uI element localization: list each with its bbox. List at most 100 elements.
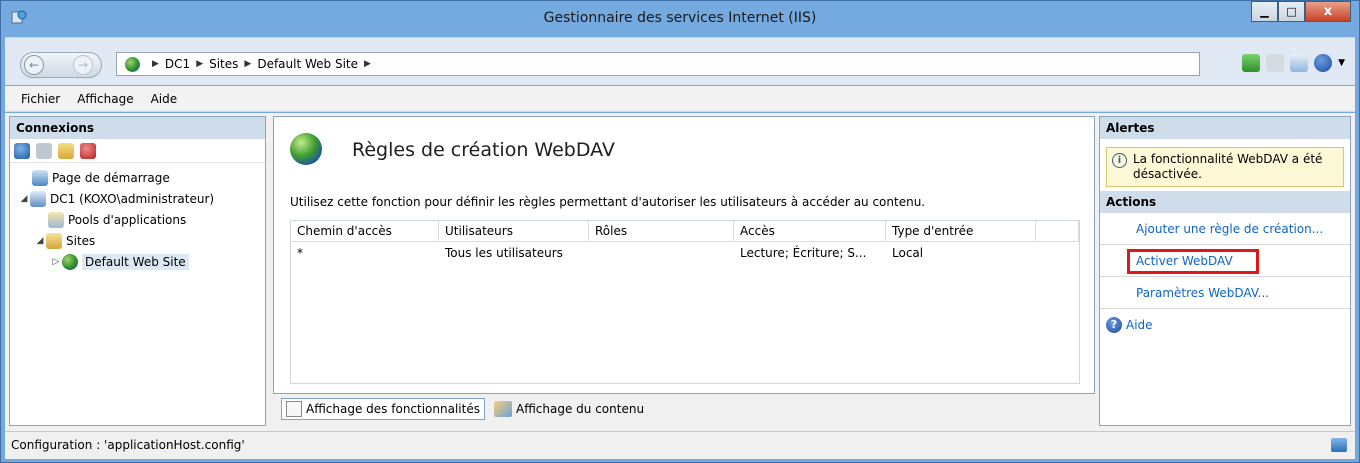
home-icon[interactable] [1290,54,1309,72]
view-tabs: Affichage des fonctionnalités Affichage … [281,398,649,420]
breadcrumb[interactable]: ▶ DC1 ▶ Sites ▶ Default Web Site ▶ [116,52,1200,76]
feature-panel: Règles de création WebDAV Utilisez cette… [273,116,1095,394]
expanded-arrow-icon[interactable]: ◢ [34,236,46,246]
help-icon: ? [1106,317,1122,333]
connect-icon[interactable] [14,142,30,159]
folder-up-icon[interactable] [58,142,74,159]
help-link[interactable]: ? Aide [1100,309,1350,341]
window-title: Gestionnaire des services Internet (IIS) [543,10,817,26]
menu-aide[interactable]: Aide [151,92,178,106]
webdav-globe-icon [290,133,322,165]
column-header-empty [1036,221,1079,242]
content-view-icon [493,401,512,417]
tree-item-label: Default Web Site [82,253,189,270]
app-pool-icon [48,211,64,228]
tree-item-label: Pools d'applications [68,212,187,227]
rules-table: Chemin d'accès Utilisateurs Rôles Accès … [290,220,1080,384]
main-area: Connexions Page de démarrage ◢ DC1 (KOXO… [5,113,1355,431]
cell-roles [589,242,734,264]
navigation-buttons: ← → [20,52,102,78]
tree-item-default-web-site[interactable]: ▷ Default Web Site [10,251,265,272]
column-header-path[interactable]: Chemin d'accès [291,221,439,242]
tab-content-view[interactable]: Affichage du contenu [489,398,649,420]
action-label: Paramètres WebDAV... [1136,286,1269,300]
server-icon [30,190,46,207]
webdav-settings-link[interactable]: Paramètres WebDAV... [1100,277,1350,309]
table-row[interactable]: * Tous les utilisateurs Lecture; Écritur… [291,242,1079,264]
cell-users: Tous les utilisateurs [445,246,563,260]
sites-folder-icon [46,232,62,249]
save-icon[interactable] [36,142,52,159]
help-icon[interactable] [1314,54,1333,72]
refresh-icon[interactable] [1242,54,1261,72]
status-bar: Configuration : 'applicationHost.config' [5,431,1355,459]
server-status-icon [1331,438,1347,452]
menu-bar: Fichier Affichage Aide [5,86,1355,112]
chevron-down-icon[interactable]: ▼ [1338,58,1345,68]
toolbar-icons: ▼ [1242,54,1345,72]
iis-manager-window: Gestionnaire des services Internet (IIS)… [0,0,1360,463]
alert-text: La fonctionnalité WebDAV a été désactivé… [1133,152,1323,181]
tab-label: Affichage du contenu [515,402,645,416]
features-view-icon [286,401,302,417]
feature-description: Utilisez cette fonction pour définir les… [290,195,926,209]
cell-path: * [297,246,303,260]
chevron-right-icon: ▶ [152,59,159,69]
disconnect-icon[interactable] [80,142,96,159]
menu-fichier[interactable]: Fichier [21,92,60,106]
tree-item-app-pools[interactable]: Pools d'applications [10,209,265,230]
actions-panel: Alertes i La fonctionnalité WebDAV a été… [1099,116,1351,426]
action-label: Ajouter une règle de création... [1136,222,1324,236]
breadcrumb-item-sites[interactable]: Sites [209,57,238,71]
tab-features-view[interactable]: Affichage des fonctionnalités [281,398,485,420]
forward-button[interactable]: → [73,55,93,75]
table-header: Chemin d'accès Utilisateurs Rôles Accès … [291,221,1079,242]
expanded-arrow-icon[interactable]: ◢ [18,194,30,204]
column-header-entry-type[interactable]: Type d'entrée [886,221,1036,242]
breadcrumb-item-default-web-site[interactable]: Default Web Site [257,57,358,71]
page-title: Règles de création WebDAV [352,139,615,161]
stop-icon[interactable] [1266,54,1285,72]
tree-item-label: Sites [66,233,96,248]
add-rule-link[interactable]: Ajouter une règle de création... [1100,213,1350,245]
cell-access: Lecture; Écriture; S... [740,246,867,260]
title-bar[interactable]: Gestionnaire des services Internet (IIS)… [1,1,1359,35]
column-header-roles[interactable]: Rôles [589,221,734,242]
alert-message: i La fonctionnalité WebDAV a été désacti… [1106,147,1344,187]
connections-panel: Connexions Page de démarrage ◢ DC1 (KOXO… [9,116,266,426]
tree-item-server[interactable]: ◢ DC1 (KOXO\administrateur) [10,188,265,209]
tree-item-start-page[interactable]: Page de démarrage [10,167,265,188]
alerts-title: Alertes [1100,117,1350,139]
tree-item-label: DC1 (KOXO\administrateur) [50,191,215,206]
tree-item-sites[interactable]: ◢ Sites [10,230,265,251]
column-header-users[interactable]: Utilisateurs [439,221,589,242]
highlight-box [1127,249,1259,274]
collapsed-arrow-icon[interactable]: ▷ [50,257,62,267]
connections-tree: Page de démarrage ◢ DC1 (KOXO\administra… [10,163,265,272]
address-toolbar: ← → ▶ DC1 ▶ Sites ▶ Default Web Site ▶ ▼ [5,37,1355,85]
start-page-icon [32,169,48,186]
action-label: Aide [1126,318,1153,332]
info-icon: i [1112,153,1127,168]
enable-webdav-link[interactable]: Activer WebDAV [1100,245,1350,277]
status-text: Configuration : 'applicationHost.config' [11,438,245,452]
tab-label: Affichage des fonctionnalités [306,402,480,416]
connections-toolbar [10,139,265,163]
connections-title: Connexions [10,117,265,139]
chevron-right-icon: ▶ [244,59,252,69]
tree-item-label: Page de démarrage [52,170,170,185]
actions-title: Actions [1100,191,1350,213]
back-button[interactable]: ← [24,55,44,75]
chevron-right-icon[interactable]: ▶ [364,59,371,69]
close-button[interactable]: x [1305,1,1351,22]
column-header-access[interactable]: Accès [734,221,886,242]
maximize-button[interactable]: □ [1278,1,1305,22]
breadcrumb-item-dc1[interactable]: DC1 [165,57,190,71]
chevron-right-icon: ▶ [196,59,204,69]
minimize-button[interactable]: ▁ [1251,1,1278,22]
menu-affichage[interactable]: Affichage [77,92,133,106]
globe-icon [125,56,140,72]
window-controls: ▁ □ x [1251,1,1351,23]
cell-entry-type: Local [892,246,924,260]
globe-icon [62,253,78,270]
